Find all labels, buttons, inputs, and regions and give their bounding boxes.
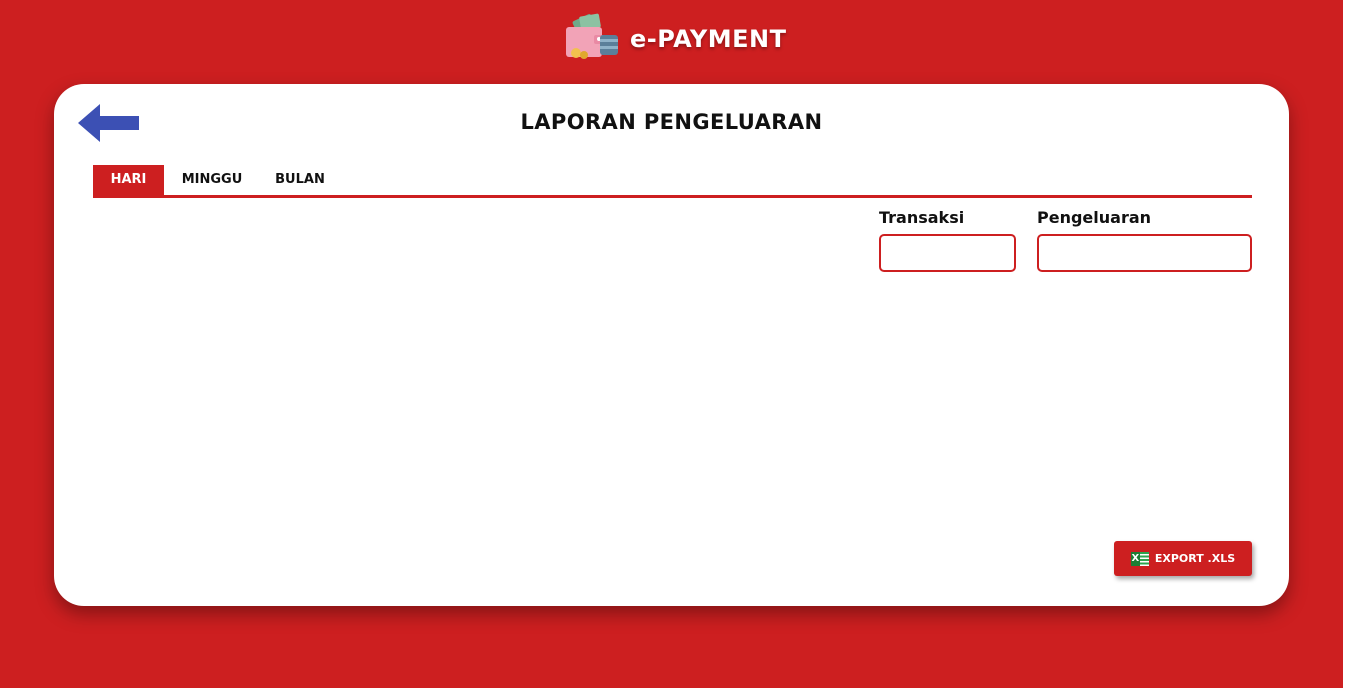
tab-minggu[interactable]: MINGGU xyxy=(176,165,248,195)
brand-header: e-PAYMENT xyxy=(564,12,787,62)
excel-icon: X xyxy=(1130,551,1149,566)
period-tabs: HARI MINGGU BULAN xyxy=(93,165,1252,198)
transaksi-label: Transaksi xyxy=(879,208,965,227)
report-card: LAPORAN PENGELUARAN HARI MINGGU BULAN Tr… xyxy=(54,84,1289,606)
pengeluaran-field[interactable] xyxy=(1037,234,1252,272)
export-xls-button[interactable]: X EXPORT .XLS xyxy=(1114,541,1252,576)
brand-name: e-PAYMENT xyxy=(630,25,787,53)
tab-bulan[interactable]: BULAN xyxy=(269,165,331,195)
tab-hari[interactable]: HARI xyxy=(93,165,164,195)
wallet-cards-money-icon xyxy=(564,13,622,61)
transaksi-field[interactable] xyxy=(879,234,1016,272)
page-title: LAPORAN PENGELUARAN xyxy=(520,110,823,134)
pengeluaran-label: Pengeluaran xyxy=(1037,208,1152,227)
export-label: EXPORT .XLS xyxy=(1154,552,1236,565)
